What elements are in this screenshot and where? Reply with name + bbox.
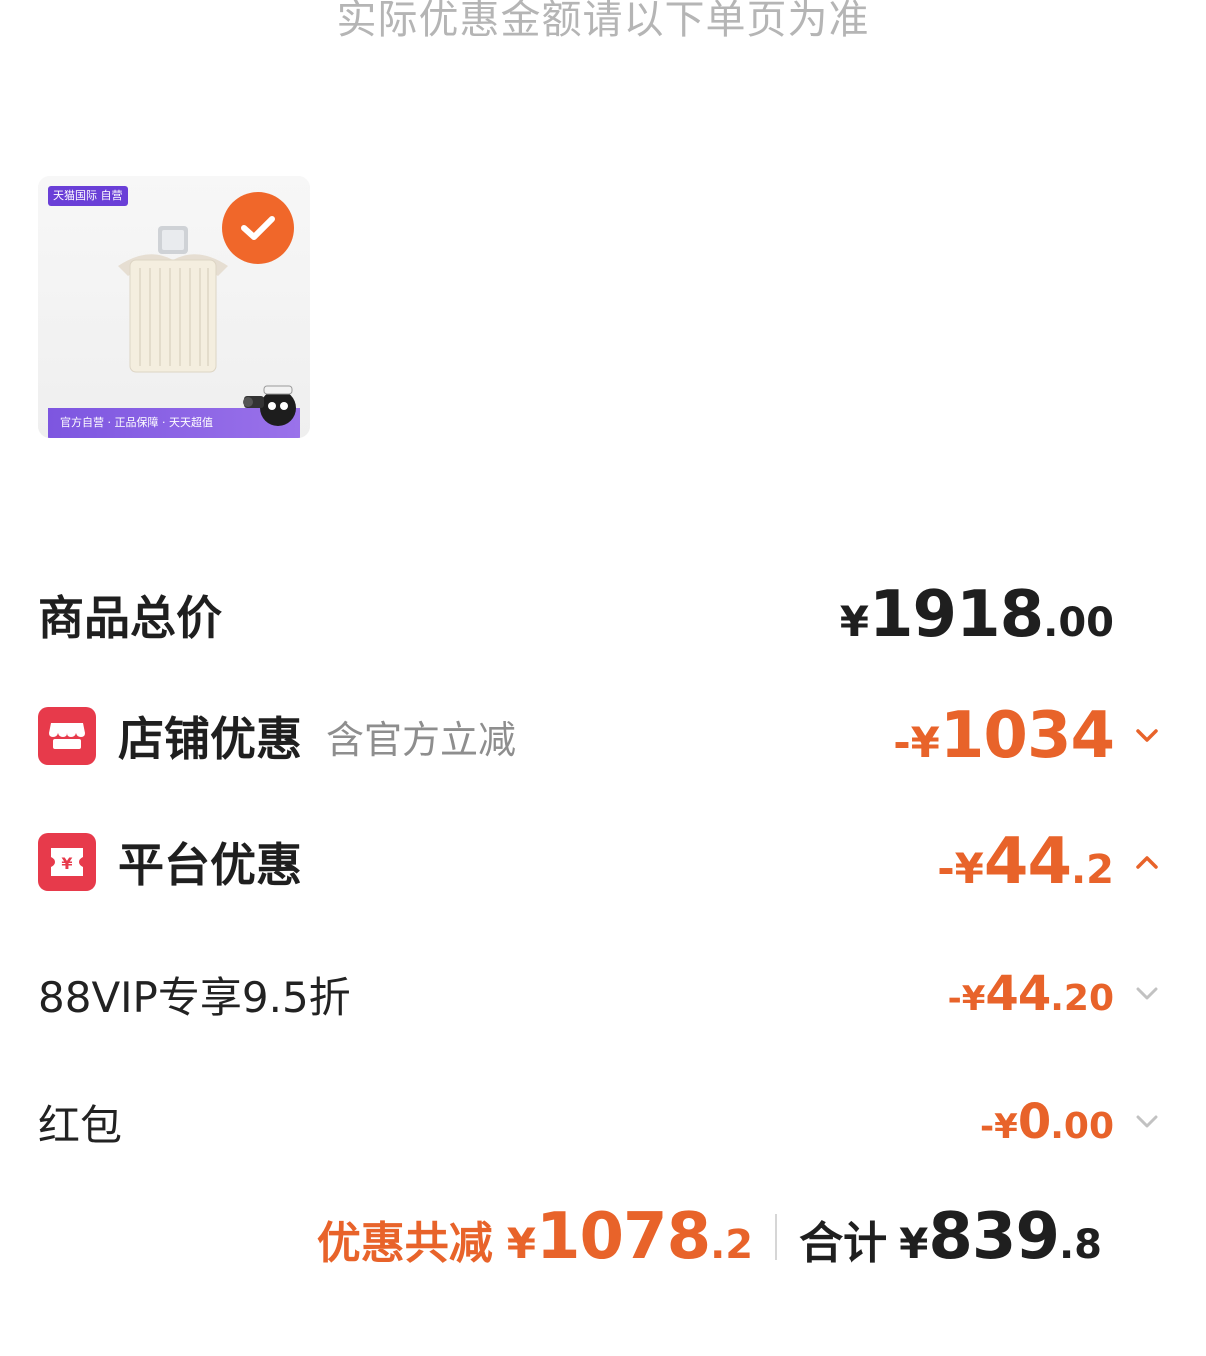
- grand-total-int: 839: [928, 1200, 1060, 1274]
- store-discount-label: 店铺优惠: [118, 712, 302, 766]
- platform-discount-dec: .2: [1070, 847, 1114, 893]
- store-icon: [38, 707, 96, 765]
- row-platform-discount[interactable]: ¥ 平台优惠 -¥ 44 .2: [38, 822, 1162, 902]
- row-store-discount[interactable]: 店铺优惠 含官方立减 -¥ 1034: [38, 696, 1162, 776]
- tmall-global-badge: 天猫国际 自营: [48, 186, 128, 206]
- red-packet-int: 0: [1017, 1094, 1051, 1150]
- summary-divider: [775, 1214, 778, 1260]
- goods-total-int: 1918: [869, 578, 1044, 652]
- grand-total-label: 合计: [799, 1218, 888, 1269]
- price-notice: 实际优惠金额请以下单页为准: [336, 0, 870, 43]
- red-packet-amount: -¥ 0 .00: [980, 1094, 1114, 1150]
- chevron-down-icon[interactable]: [1132, 1107, 1162, 1137]
- grand-total-amount: ¥ 839 .8: [899, 1200, 1102, 1274]
- chevron-down-icon[interactable]: [1132, 721, 1162, 751]
- platform-discount-int: 44: [983, 825, 1072, 899]
- red-packet-prefix: -¥: [980, 1107, 1018, 1147]
- vip-discount-int: 44: [985, 966, 1051, 1022]
- vip-discount-label: 88VIP专享9.5折: [38, 972, 351, 1022]
- chevron-up-icon[interactable]: [1132, 847, 1162, 877]
- platform-discount-amount: -¥ 44 .2: [937, 825, 1114, 899]
- vip-discount-dec: .20: [1050, 978, 1114, 1019]
- goods-total-amount: ¥ 1918 .00: [840, 578, 1114, 652]
- platform-discount-prefix: -¥: [937, 844, 984, 893]
- platform-discount-label: 平台优惠: [118, 838, 302, 892]
- store-discount-int: 1034: [939, 699, 1115, 773]
- store-discount-sub: 含官方立减: [326, 717, 517, 762]
- store-discount-amount: -¥ 1034: [893, 699, 1115, 773]
- total-saving-currency: ¥: [506, 1219, 536, 1268]
- red-packet-label: 红包: [38, 1100, 123, 1150]
- yen-coupon-icon: ¥: [38, 833, 96, 891]
- mascot-icon: [243, 385, 296, 426]
- goods-total-label: 商品总价: [38, 591, 222, 645]
- row-88vip-discount[interactable]: 88VIP专享9.5折 -¥ 44 .20: [38, 958, 1162, 1030]
- grand-total-currency: ¥: [899, 1219, 929, 1268]
- red-packet-dec: .00: [1050, 1106, 1114, 1147]
- total-saving-dec: .2: [710, 1222, 754, 1268]
- perfume-bottle-image: [118, 226, 228, 373]
- vip-discount-amount: -¥ 44 .20: [948, 966, 1114, 1022]
- total-saving-label: 优惠共减: [316, 1218, 493, 1269]
- goods-total-currency: ¥: [839, 597, 870, 646]
- vip-discount-prefix: -¥: [947, 979, 986, 1019]
- row-goods-total: 商品总价 ¥ 1918 .00: [38, 575, 1162, 655]
- chevron-down-icon[interactable]: [1132, 979, 1162, 1009]
- goods-total-dec: .00: [1043, 600, 1114, 646]
- svg-text:¥: ¥: [61, 854, 72, 873]
- total-saving-amount: ¥ 1078 .2: [507, 1200, 753, 1274]
- price-summary: 优惠共减 ¥ 1078 .2 合计 ¥ 839 .8: [317, 1200, 1102, 1274]
- guarantee-text: 官方自营 · 正品保障 · 天天超值: [60, 416, 213, 429]
- store-discount-prefix: -¥: [893, 718, 940, 767]
- grand-total-dec: .8: [1058, 1222, 1102, 1268]
- selected-check-badge[interactable]: [222, 192, 294, 264]
- check-icon: [241, 216, 275, 240]
- row-red-packet[interactable]: 红包 -¥ 0 .00: [38, 1086, 1162, 1158]
- total-saving-int: 1078: [535, 1200, 711, 1274]
